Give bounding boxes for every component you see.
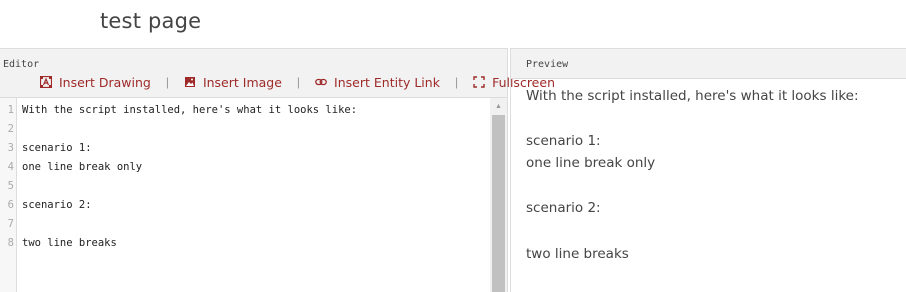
line-number: 2 (7, 123, 14, 135)
insert-drawing-icon (40, 76, 52, 88)
code-line[interactable]: 5 (0, 177, 490, 196)
preview-label: Preview (526, 59, 569, 70)
scrollbar-thumb[interactable] (492, 115, 505, 292)
preview-header: Preview (511, 49, 906, 79)
code-text: With the script installed, here's what i… (22, 104, 358, 116)
code-text: two line breaks (22, 237, 117, 249)
editor-label: Editor (3, 59, 40, 70)
code-line[interactable]: 2 (0, 120, 490, 139)
editor-header: Editor Insert Drawing | Insert Image | I… (0, 49, 555, 98)
preview-paragraph: With the script installed, here's what i… (526, 88, 859, 104)
toolbar-separator: | (454, 75, 459, 89)
link-icon (315, 78, 327, 86)
editor-toolbar: Insert Drawing | Insert Image | Insert E… (40, 73, 555, 91)
code-editor[interactable]: 1 With the script installed, here's what … (0, 98, 507, 292)
editor-pane: Editor Insert Drawing | Insert Image | I… (0, 48, 555, 292)
code-line[interactable]: 7 (0, 215, 490, 234)
insert-drawing-button[interactable]: Insert Drawing (40, 75, 151, 90)
insert-entity-link-button[interactable]: Insert Entity Link (315, 75, 440, 90)
insert-image-label: Insert Image (202, 74, 282, 90)
code-line[interactable]: 8 two line breaks (0, 234, 490, 253)
line-number: 3 (7, 142, 14, 154)
page-title: test page (100, 9, 202, 33)
preview-paragraph: scenario 2: (526, 200, 601, 216)
toolbar-separator: | (296, 75, 301, 89)
code-text: scenario 1: (22, 142, 92, 154)
fullscreen-icon (473, 76, 485, 88)
image-icon (184, 77, 195, 87)
code-text: one line break only (22, 161, 143, 173)
editor-scrollbar[interactable]: ▲ (490, 98, 507, 292)
line-number: 4 (7, 161, 14, 173)
code-text: scenario 2: (22, 199, 92, 211)
insert-image-button[interactable]: Insert Image (184, 75, 282, 90)
insert-entity-link-label: Insert Entity Link (334, 74, 440, 90)
preview-pane: Preview With the script installed, here'… (510, 48, 906, 292)
preview-paragraph: scenario 1: (526, 133, 601, 149)
preview-paragraph: one line break only (526, 155, 656, 171)
line-number: 1 (7, 104, 14, 116)
line-number: 6 (7, 199, 14, 211)
toolbar-separator: | (165, 75, 169, 89)
line-number: 5 (7, 180, 14, 192)
line-number: 7 (7, 218, 14, 230)
insert-drawing-label: Insert Drawing (59, 74, 151, 90)
code-line[interactable]: 3 scenario 1: (0, 139, 490, 158)
scroll-up-arrow-icon[interactable]: ▲ (490, 98, 507, 114)
line-number: 8 (7, 237, 14, 249)
code-line[interactable]: 4 one line break only (0, 158, 490, 177)
code-line[interactable]: 1 With the script installed, here's what … (0, 101, 490, 120)
code-line[interactable]: 6 scenario 2: (0, 196, 490, 215)
preview-paragraph: two line breaks (526, 246, 629, 262)
